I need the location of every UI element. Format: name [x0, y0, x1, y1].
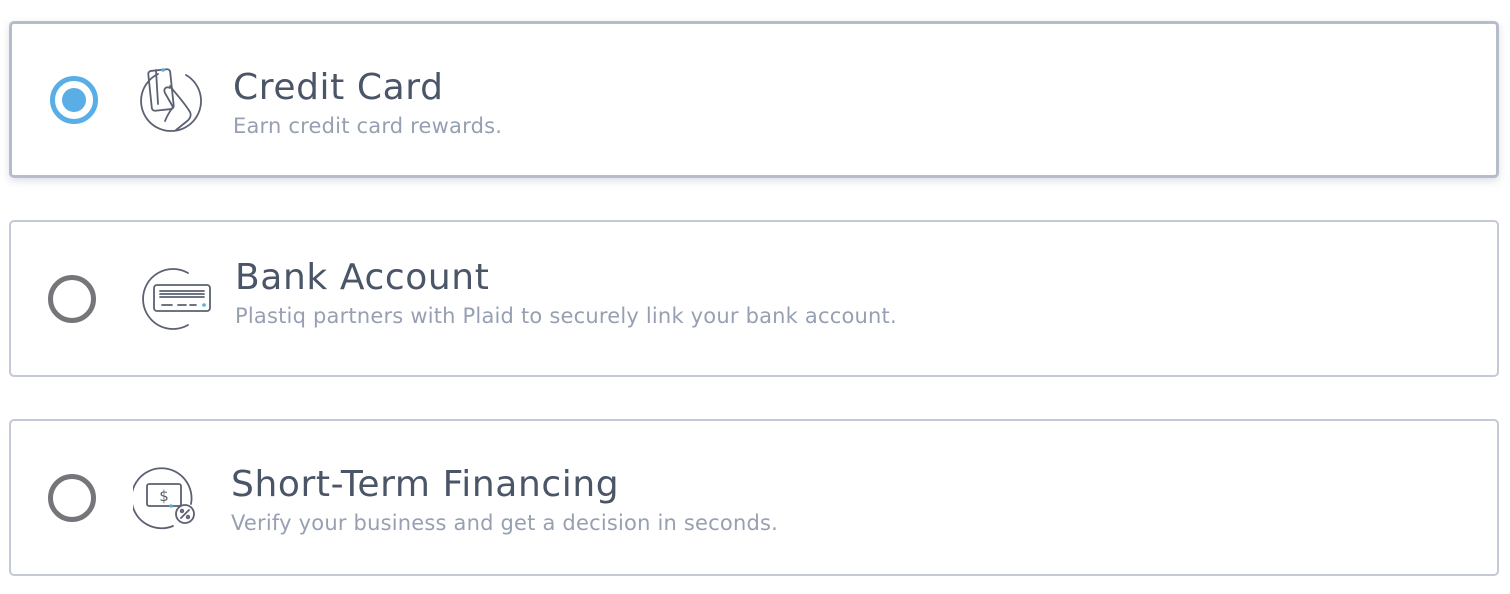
- radio-button-bank-account[interactable]: [48, 274, 96, 323]
- payment-option-bank-account[interactable]: Bank Account Plastiq partners with Plaid…: [9, 220, 1499, 377]
- option-subtitle: Verify your business and get a decision …: [231, 511, 779, 535]
- option-text-bank-account: Bank Account Plastiq partners with Plaid…: [235, 256, 897, 330]
- radio-button-short-term-financing[interactable]: [48, 473, 96, 522]
- payment-option-credit-card[interactable]: Credit Card Earn credit card rewards.: [9, 21, 1499, 178]
- svg-text:$: $: [159, 487, 169, 505]
- option-title: Credit Card: [233, 67, 444, 108]
- payment-method-list: Credit Card Earn credit card rewards. Ba…: [0, 0, 1510, 594]
- option-title: Bank Account: [235, 257, 490, 298]
- bank-check-icon: [140, 265, 216, 333]
- radio-selected-dot: [62, 87, 86, 112]
- option-subtitle: Earn credit card rewards.: [233, 114, 503, 138]
- payment-option-short-term-financing[interactable]: $ Short-Term Financing Verify your busin…: [9, 419, 1499, 576]
- option-text-short-term-financing: Short-Term Financing Verify your busines…: [231, 463, 778, 537]
- credit-card-hand-icon: [136, 66, 204, 134]
- option-subtitle: Plastiq partners with Plaid to securely …: [235, 304, 897, 328]
- radio-button-credit-card[interactable]: [50, 75, 98, 124]
- option-title: Short-Term Financing: [231, 464, 620, 505]
- financing-dollar-percent-icon: $: [133, 464, 201, 532]
- option-text-credit-card: Credit Card Earn credit card rewards.: [233, 66, 502, 140]
